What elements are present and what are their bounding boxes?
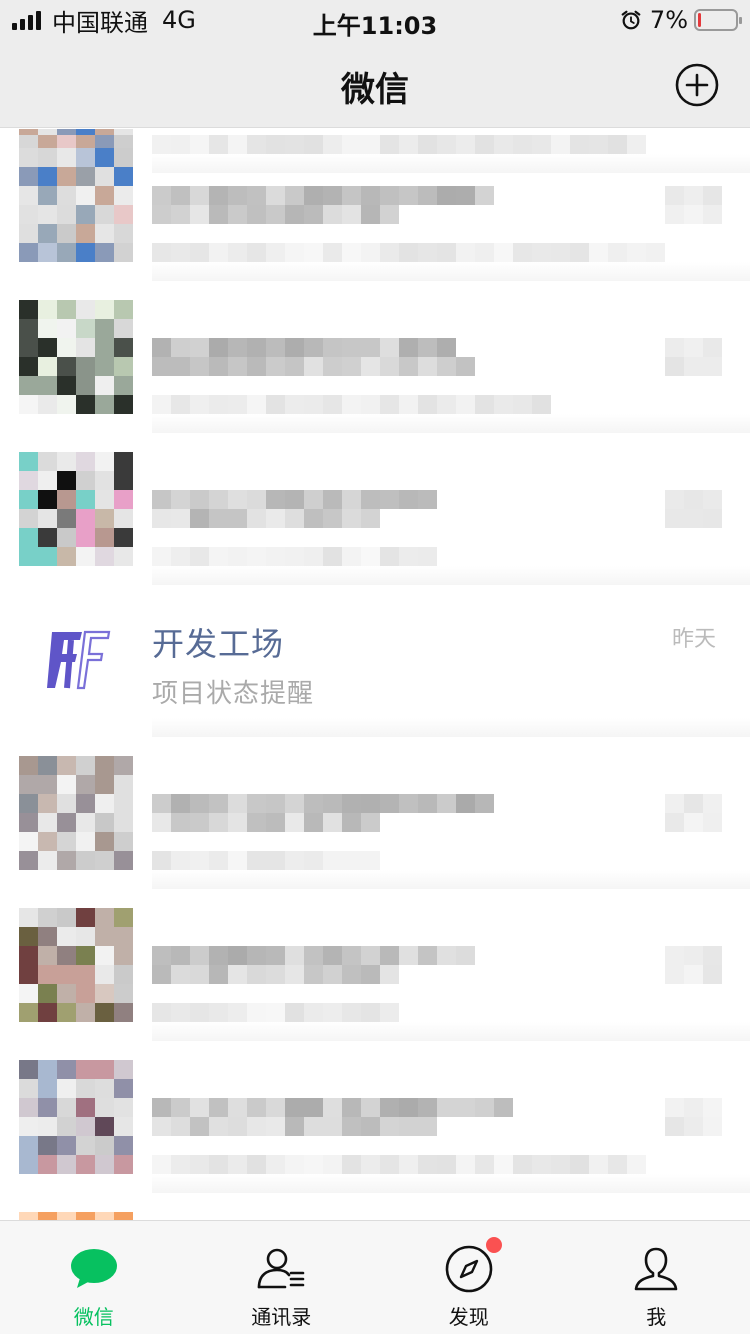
- blurred-text: [152, 243, 665, 262]
- chat-preview: 项目状态提醒: [152, 679, 315, 709]
- blurred-text: [152, 547, 437, 566]
- battery-icon: [694, 9, 742, 31]
- chat-row-kaifa-gongchang[interactable]: 开发工场 项目状态提醒 昨天: [0, 585, 750, 737]
- nav-bar: 微信: [0, 40, 750, 128]
- alarm-icon: [621, 10, 641, 30]
- wechat-screen: 中国联通 4G 上午11:03 7% 微信 开发工场 项目状态提醒 昨天 微信 …: [0, 0, 750, 1334]
- blurred-time: [665, 338, 722, 376]
- avatar: [19, 1060, 133, 1174]
- blurred-text: [152, 395, 551, 414]
- blurred-time: [665, 1098, 722, 1136]
- status-bar: 中国联通 4G 上午11:03 7%: [0, 0, 750, 40]
- page-title: 微信: [341, 70, 409, 110]
- add-plus-button[interactable]: [674, 62, 720, 108]
- chat-row[interactable]: [0, 889, 750, 1041]
- chat-row[interactable]: [0, 1041, 750, 1193]
- blurred-text: [152, 186, 494, 205]
- blurred-text: [152, 946, 475, 965]
- chat-row[interactable]: [0, 281, 750, 433]
- battery-level: [698, 13, 701, 27]
- avatar: [19, 756, 133, 870]
- blurred-time: [665, 186, 722, 224]
- avatar: [19, 300, 133, 414]
- chat-row[interactable]: [0, 737, 750, 889]
- blurred-text: [152, 357, 475, 376]
- chat-row[interactable]: [0, 1193, 750, 1220]
- row-divider: [152, 262, 750, 281]
- tab-wechat[interactable]: 微信: [0, 1221, 188, 1334]
- blurred-time: [665, 946, 722, 984]
- avatar: [19, 908, 133, 1022]
- person-icon: [634, 1247, 678, 1291]
- blurred-text: [152, 1117, 437, 1136]
- blurred-text: [152, 509, 380, 528]
- chat-row[interactable]: [0, 129, 750, 281]
- blurred-text: [152, 851, 380, 870]
- avatar: [19, 148, 133, 262]
- row-divider: [152, 1174, 750, 1193]
- chat-time: 昨天: [671, 627, 716, 652]
- blurred-text: [152, 1003, 399, 1022]
- battery-percent: 7%: [649, 6, 688, 34]
- blurred-text: [152, 1155, 646, 1174]
- avatar: [19, 452, 133, 566]
- blurred-text: [152, 794, 494, 813]
- blurred-time: [665, 794, 722, 832]
- tab-me[interactable]: 我: [563, 1221, 750, 1334]
- blurred-text: [152, 1098, 513, 1117]
- blurred-text: [152, 490, 437, 509]
- tab-label: 通讯录: [251, 1305, 312, 1329]
- chat-bubble-icon: [70, 1249, 117, 1288]
- tab-bar: 微信 通讯录 发现 我: [0, 1220, 750, 1334]
- chat-list: 开发工场 项目状态提醒 昨天: [0, 129, 750, 1220]
- avatar: [19, 1212, 133, 1220]
- tab-label: 微信: [73, 1305, 114, 1329]
- tab-contacts[interactable]: 通讯录: [188, 1221, 376, 1334]
- row-divider: [152, 1022, 750, 1041]
- notification-dot: [484, 1235, 504, 1255]
- contacts-icon: [257, 1248, 305, 1289]
- blurred-text: [152, 965, 399, 984]
- ff-logo-avatar: [19, 604, 133, 718]
- chat-row[interactable]: [0, 433, 750, 585]
- tab-label: 我: [646, 1305, 667, 1329]
- row-divider: [152, 870, 750, 889]
- blurred-text: [152, 813, 380, 832]
- row-divider: [152, 718, 750, 737]
- blurred-text: [152, 205, 399, 224]
- blurred-text: [152, 338, 456, 357]
- tab-discover[interactable]: 发现: [375, 1221, 563, 1334]
- row-divider: [152, 414, 750, 433]
- blurred-time: [665, 490, 722, 528]
- tab-label: 发现: [448, 1305, 489, 1329]
- chat-name: 开发工场: [152, 625, 285, 663]
- row-divider: [152, 566, 750, 585]
